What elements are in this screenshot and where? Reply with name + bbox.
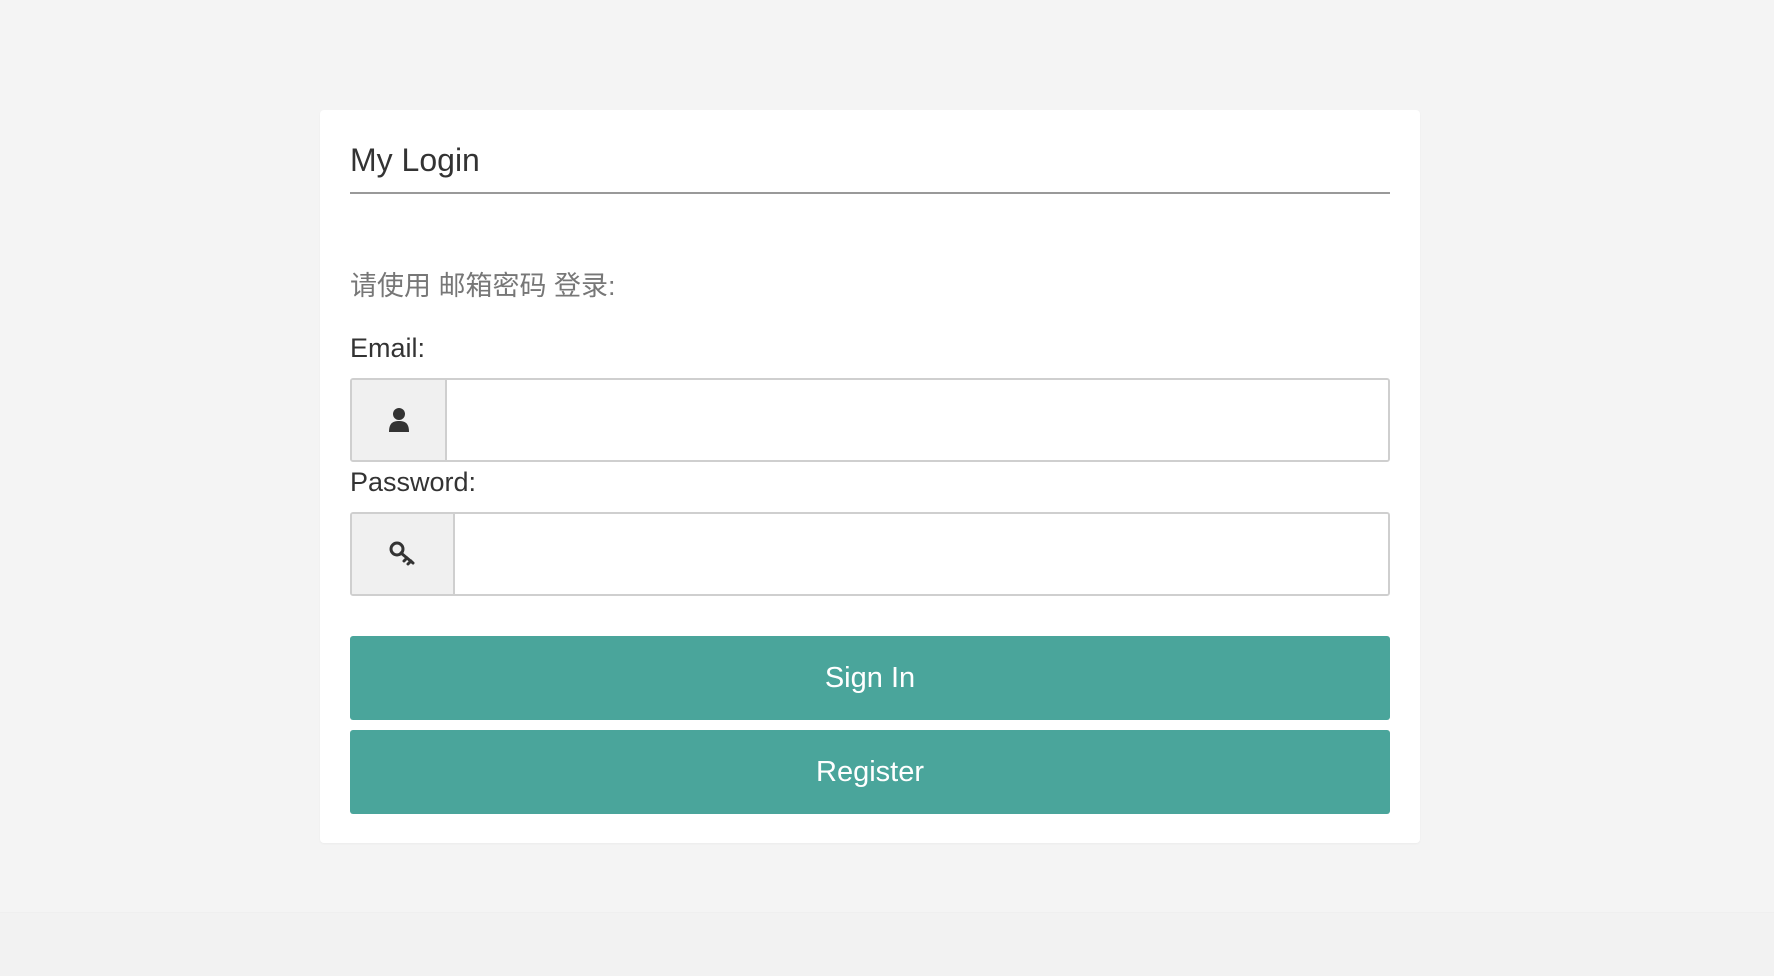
card-title: My Login: [350, 144, 1390, 194]
password-field[interactable]: [455, 514, 1388, 594]
key-icon: [389, 541, 414, 566]
email-addon: [352, 380, 447, 460]
sign-in-button[interactable]: Sign In: [350, 636, 1390, 720]
password-label: Password:: [350, 467, 477, 497]
email-field[interactable]: [447, 380, 1388, 460]
login-hint: 请使用 邮箱密码 登录:: [350, 271, 616, 301]
user-icon: [388, 408, 409, 432]
page: My Login 请使用 邮箱密码 登录: Email: Password: S…: [0, 0, 1774, 976]
password-addon: [352, 514, 455, 594]
login-card: My Login 请使用 邮箱密码 登录: Email: Password: S…: [320, 110, 1420, 843]
footer-band: [0, 912, 1774, 976]
email-input-group: [350, 378, 1390, 462]
register-button[interactable]: Register: [350, 730, 1390, 814]
password-input-group: [350, 512, 1390, 596]
email-label: Email:: [350, 333, 426, 363]
